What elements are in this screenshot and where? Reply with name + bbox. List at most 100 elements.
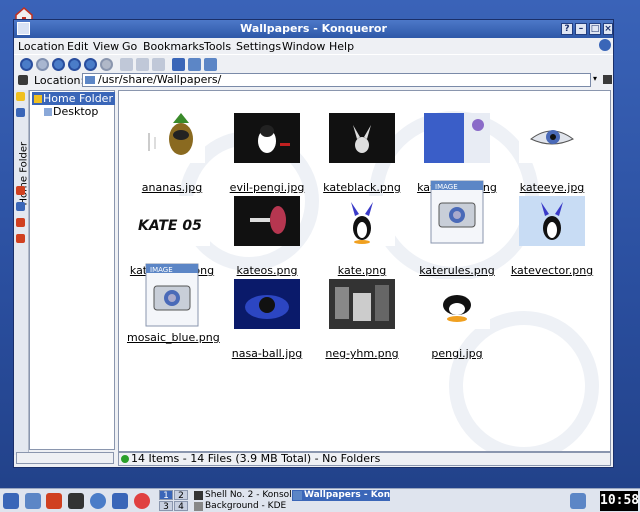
home-launcher-icon[interactable] [46,493,62,509]
thumb-badge-text: IMAGE [150,266,173,274]
file-item[interactable]: kateeye.jpg [507,113,597,195]
home-icon[interactable] [68,58,81,71]
menu-go[interactable]: Go [122,40,137,53]
up-icon[interactable] [52,58,65,71]
konsole-icon [194,491,203,500]
location-label: Location: [34,74,85,87]
forward-icon[interactable] [36,58,49,71]
desktop-show-icon[interactable] [25,493,41,509]
thumbnail [519,113,585,163]
minimize-button[interactable]: – [575,23,587,35]
klipper-icon[interactable] [570,493,586,509]
menu-settings[interactable]: Settings [236,40,281,53]
tree-item-label: Home Folder [43,92,113,105]
close-button[interactable]: × [603,23,613,35]
thumbnail [234,196,300,246]
task-konsole[interactable]: Shell No. 2 - Konsole [193,490,291,501]
title-bar[interactable]: Wallpapers - Konqueror ? – □ × [14,20,613,38]
file-item[interactable]: IMAGE katerules.png [412,179,502,277]
task-konqueror[interactable]: Wallpapers - Konqueror [292,490,390,501]
desktop-icon [44,108,52,116]
location-input[interactable]: /usr/share/Wallpapers/ [82,73,591,87]
browser-launcher-icon[interactable] [90,493,106,509]
menu-help[interactable]: Help [329,40,354,53]
kde-icon [194,502,203,511]
network-tab-icon[interactable] [16,202,25,211]
go-icon[interactable] [603,75,612,84]
location-dropdown-icon[interactable]: ▾ [593,74,601,86]
icon-view: ananas.jpg evil-pengi.jpg kateblack.png … [118,90,611,452]
paste-icon[interactable] [152,58,165,71]
terminal-launcher-icon[interactable] [68,493,84,509]
tree-item-desktop[interactable]: Desktop [44,105,98,118]
home-icon [34,95,42,103]
back-icon[interactable] [20,58,33,71]
clock[interactable]: 10:58 [600,491,639,511]
menu-edit[interactable]: Edit [67,40,88,53]
cut-icon[interactable] [120,58,133,71]
help-button[interactable]: ? [561,23,573,35]
thumbnail: KATE 05 [134,196,210,246]
file-item[interactable]: kateos.png [222,196,312,278]
file-item[interactable]: pengi.jpg [412,279,502,361]
file-item[interactable]: nasa-ball.jpg [222,279,312,361]
thumbnail [519,196,585,246]
home-tab-icon[interactable] [16,186,25,195]
thumbnail: IMAGE [430,180,484,244]
pager-desktop-4[interactable]: 4 [174,501,188,512]
file-item[interactable]: ananas.jpg [127,113,217,195]
thumbnail [234,279,300,329]
reload-icon[interactable] [84,58,97,71]
menu-view[interactable]: View [93,40,119,53]
file-name: neg-yhm.png [325,347,399,360]
k-menu-icon[interactable] [3,493,19,509]
bookmarks-tab-icon[interactable] [16,92,25,101]
services-tab-icon[interactable] [16,234,25,243]
menu-location[interactable]: Location [18,40,65,53]
file-item[interactable]: IMAGE mosaic_blue.png [127,262,220,344]
file-item[interactable]: neg-yhm.png [317,279,407,361]
thumbnail [139,113,205,163]
menu-tools[interactable]: Tools [204,40,231,53]
folder-tree: Home Folder Desktop [29,90,115,450]
kde-panel: 1 2 3 4 Shell No. 2 - Konsole Wallpapers… [0,488,640,512]
root-tab-icon[interactable] [16,218,25,227]
task-label: Shell No. 2 - Konsole [205,490,291,500]
status-bar: 14 Items - 14 Files (3.9 MB Total) - No … [118,452,611,466]
tree-item-home-folder[interactable]: Home Folder [32,92,115,105]
detail-view-icon[interactable] [188,58,201,71]
file-name: kateblack.png [323,181,401,194]
file-item[interactable]: kateblack.png [317,113,407,195]
thumbnail [329,196,395,246]
help-launcher-icon[interactable] [134,493,150,509]
thumb-badge-text: IMAGE [435,183,458,191]
menu-bookmarks[interactable]: Bookmarks [143,40,204,53]
tree-item-label: Desktop [53,105,99,118]
pager-desktop-3[interactable]: 3 [159,501,173,512]
thumbnail [329,113,395,163]
pager-desktop-2[interactable]: 2 [174,490,188,501]
copy-icon[interactable] [136,58,149,71]
file-item[interactable]: katevector.png [507,196,597,278]
maximize-button[interactable]: □ [589,23,601,35]
file-item[interactable]: kate.png [317,196,407,278]
menu-window[interactable]: Window [282,40,325,53]
file-item[interactable]: evil-pengi.jpg [222,113,312,195]
thumbnail [424,113,490,163]
thumbnail [424,279,490,329]
status-text: 14 Items - 14 Files (3.9 MB Total) - No … [131,452,381,465]
window-title: Wallpapers - Konqueror [240,22,387,35]
desktop-pager: 1 2 3 4 [159,490,191,512]
history-tab-icon[interactable] [16,108,25,117]
task-background[interactable]: Background - KDE [193,501,291,512]
icon-view-icon[interactable] [172,58,185,71]
preview-icon[interactable] [204,58,217,71]
file-name: kateeye.jpg [519,181,585,194]
thumbnail [329,279,395,329]
mail-launcher-icon[interactable] [112,493,128,509]
konqueror-window: Wallpapers - Konqueror ? – □ × Location … [13,19,614,468]
clear-location-icon[interactable] [18,75,28,85]
home-folder-tab[interactable]: Home Folder [19,142,30,206]
stop-icon[interactable] [100,58,113,71]
pager-desktop-1[interactable]: 1 [159,490,173,501]
